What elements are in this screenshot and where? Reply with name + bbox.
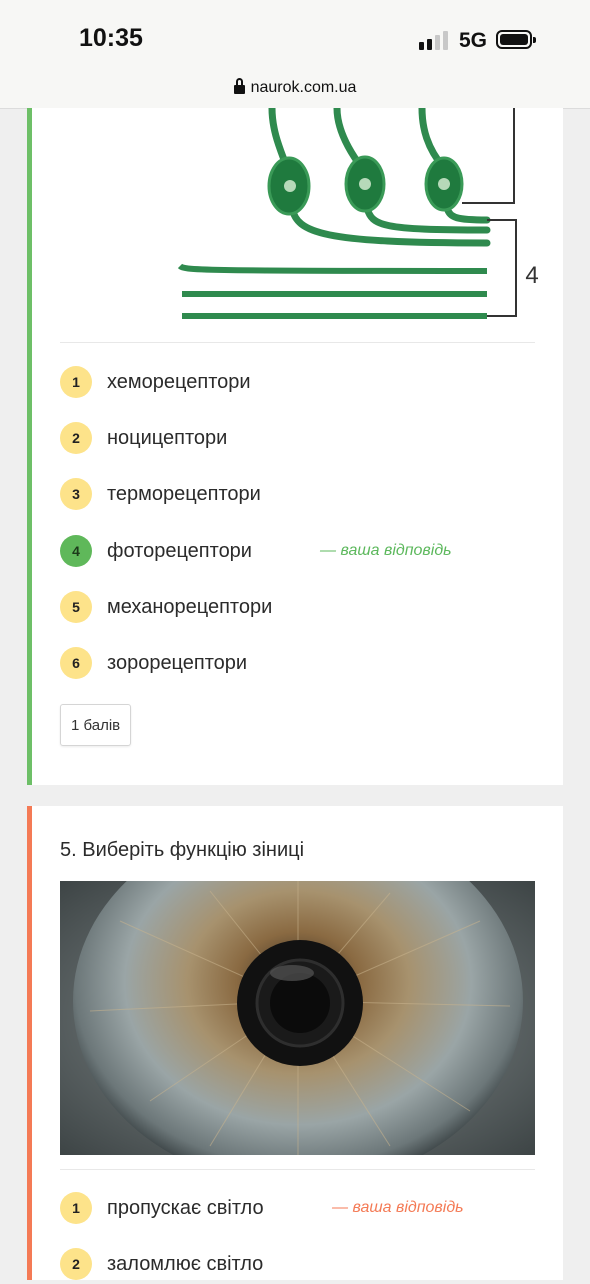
answer-option: 2 заломлює світло — [60, 1244, 263, 1284]
option-number-badge-correct: 4 — [60, 535, 92, 567]
option-label: фоторецептори — [107, 539, 252, 562]
question-card-5: 5. Виберіть функцію зіниці 1 пропускає с… — [27, 806, 563, 1280]
divider — [60, 342, 535, 343]
option-number-badge: 1 — [60, 366, 92, 398]
option-label: механорецептори — [107, 595, 273, 618]
option-number-badge: 3 — [60, 478, 92, 510]
option-label: пропускає світло — [107, 1196, 264, 1219]
option-number-badge: 1 — [60, 1192, 92, 1224]
option-label: хеморецептори — [107, 370, 251, 393]
answer-option: 1 хеморецептори — [60, 362, 251, 402]
url-text: naurok.com.ua — [250, 79, 357, 96]
option-label: заломлює світло — [107, 1252, 264, 1275]
option-label: терморецептори — [107, 482, 261, 505]
score-badge: 1 балів — [60, 704, 132, 746]
answer-option: 2 ноцицептори — [60, 418, 227, 458]
answer-option: 5 механорецептори — [60, 587, 272, 627]
network-type: 5G — [459, 29, 488, 52]
browser-address-bar[interactable]: naurok.com.ua — [0, 68, 590, 109]
answer-option: 3 терморецептори — [60, 474, 261, 514]
your-answer-note: — ваша відповідь — [332, 1199, 464, 1216]
option-number-badge: 6 — [60, 647, 92, 679]
answer-option-selected: 4 фоторецептори — [60, 531, 252, 571]
question-title: 5. Виберіть функцію зіниці — [60, 839, 305, 861]
receptor-diagram-image: 4 — [177, 108, 539, 319]
answer-option: 6 зорорецептори — [60, 643, 247, 683]
option-label: ноцицептори — [107, 426, 228, 449]
your-answer-note: — ваша відповідь — [320, 542, 452, 559]
lock-icon — [233, 78, 245, 95]
question-card-4: 4 1 хеморецептори 2 ноцицептори 3 термор… — [27, 108, 563, 785]
clock: 10:35 — [79, 24, 143, 52]
eye-iris-image — [60, 881, 535, 1155]
option-number-badge: 2 — [60, 1248, 92, 1280]
cellular-signal-icon — [419, 30, 448, 50]
option-number-badge: 5 — [60, 591, 92, 623]
diagram-label-4: 4 — [525, 262, 538, 289]
divider — [60, 1169, 535, 1170]
option-label: зорорецептори — [107, 651, 248, 674]
answer-option-selected: 1 пропускає світло — [60, 1188, 264, 1228]
battery-icon — [496, 30, 536, 49]
option-number-badge: 2 — [60, 422, 92, 454]
